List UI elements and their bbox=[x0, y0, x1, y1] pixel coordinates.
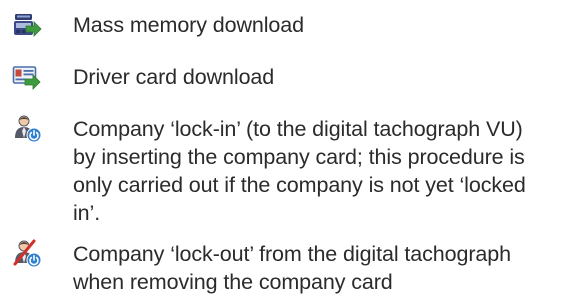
legend-line: by inserting the company card; this proc… bbox=[73, 145, 525, 169]
legend-item-driver-card-download: Driver card download bbox=[0, 50, 574, 100]
legend-line: Driver card download bbox=[73, 65, 275, 89]
legend-line: only carried out if the company is not y… bbox=[73, 173, 526, 197]
legend-text: Company ‘lock-out’ from the digital tach… bbox=[73, 240, 568, 296]
legend-line: in’. bbox=[73, 201, 101, 225]
legend-text: Company ‘lock-in’ (to the digital tachog… bbox=[73, 115, 568, 227]
mass-memory-download-icon bbox=[12, 10, 42, 40]
legend-line: when removing the company card bbox=[73, 270, 393, 294]
company-lock-out-icon bbox=[12, 238, 42, 268]
legend-item-company-lock-in: Company ‘lock-in’ (to the digital tachog… bbox=[0, 100, 574, 230]
legend-text: Mass memory download bbox=[73, 11, 568, 39]
driver-card-download-icon bbox=[12, 62, 42, 92]
legend-line: Company ‘lock-out’ from the digital tach… bbox=[73, 242, 511, 266]
legend-item-mass-memory-download: Mass memory download bbox=[0, 0, 574, 50]
company-lock-in-icon bbox=[12, 113, 42, 143]
legend-text: Driver card download bbox=[73, 63, 568, 91]
legend-item-company-lock-out: Company ‘lock-out’ from the digital tach… bbox=[0, 230, 574, 295]
legend-line: Company ‘lock-in’ (to the digital tachog… bbox=[73, 117, 523, 141]
legend-line: Mass memory download bbox=[73, 13, 305, 37]
